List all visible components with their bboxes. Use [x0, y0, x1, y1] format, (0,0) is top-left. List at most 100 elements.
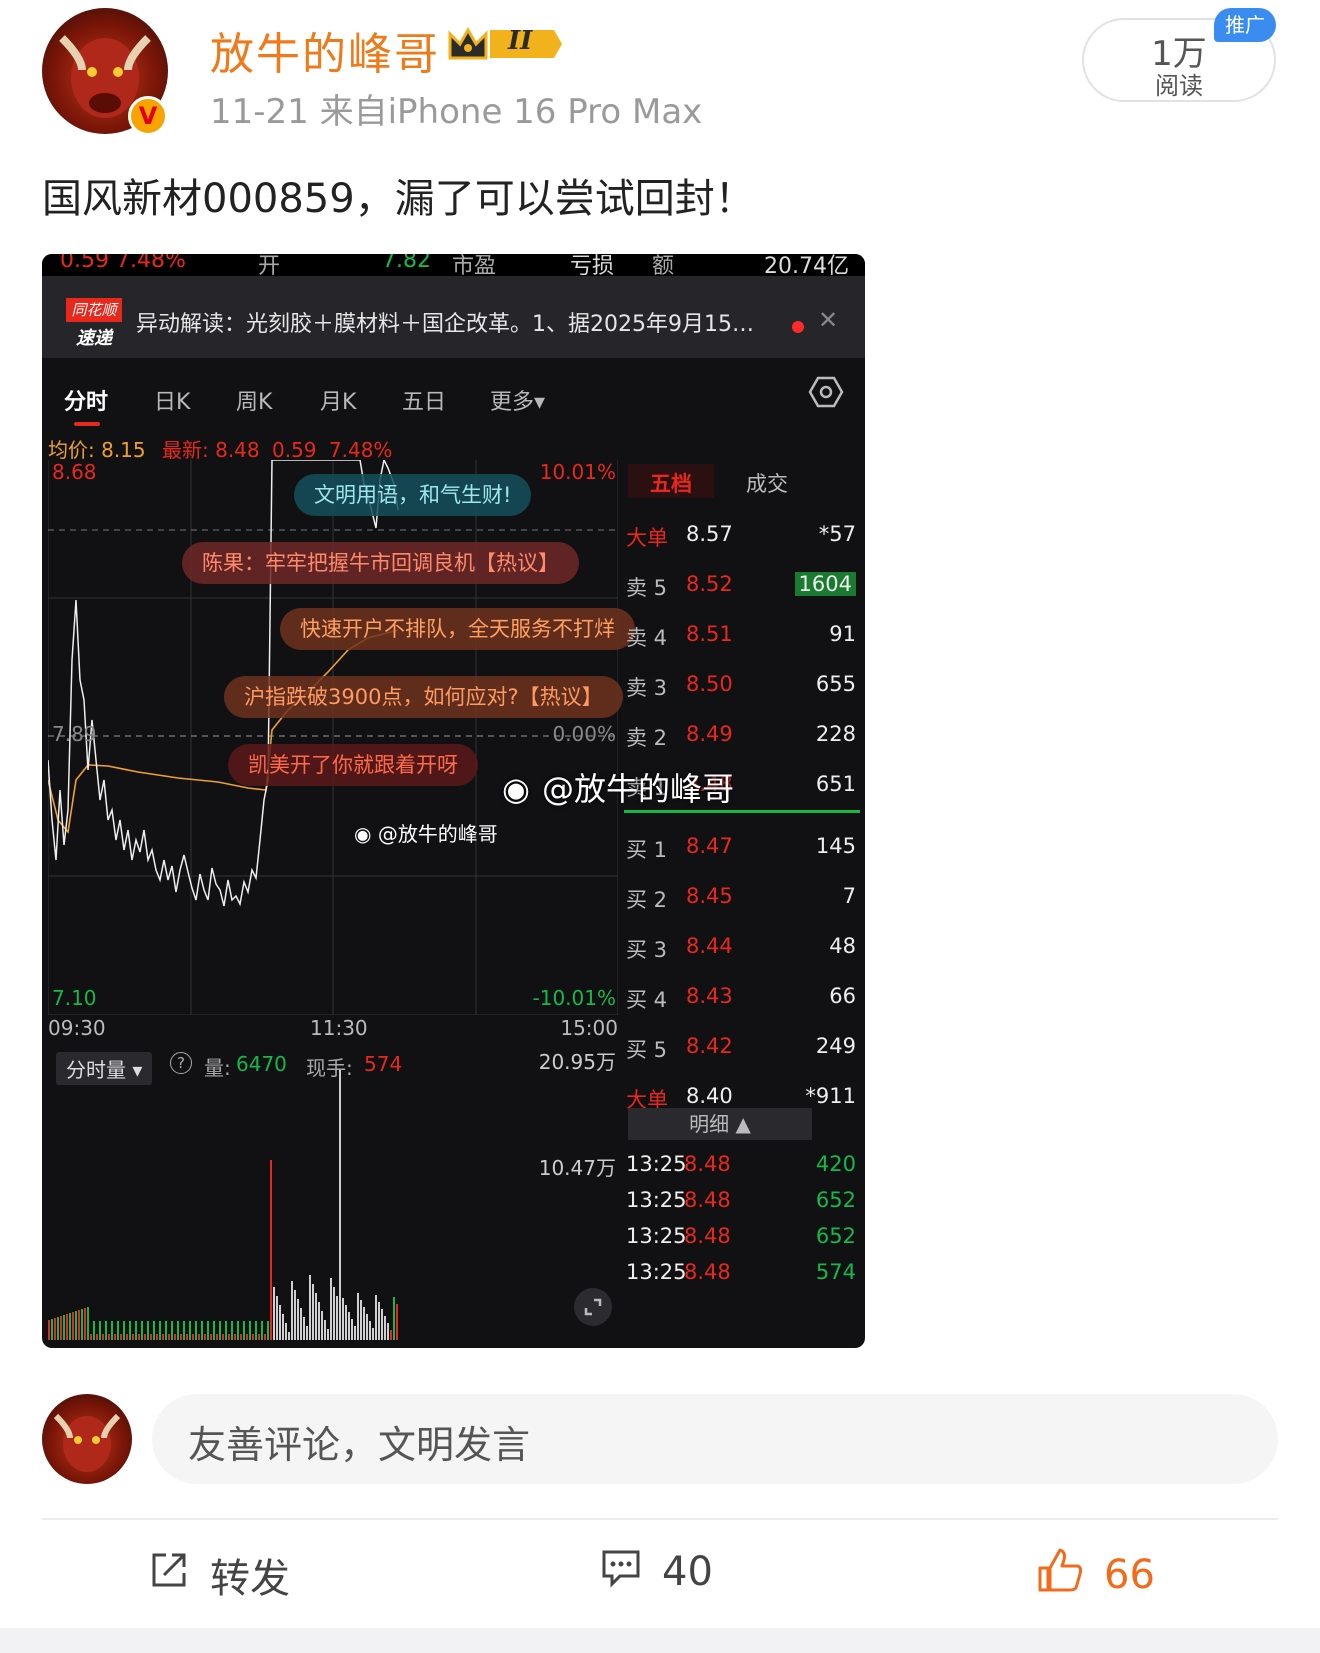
volume-bar	[390, 1330, 392, 1340]
tab-trades[interactable]: 成交	[746, 468, 788, 498]
help-icon[interactable]: ?	[170, 1052, 192, 1074]
chat-bubble[interactable]: 凯美开了你就跟着开呀	[228, 744, 478, 786]
volume-bar	[375, 1295, 377, 1340]
order-book-row: 大单 8.57 *57	[624, 510, 860, 560]
volume-bar	[300, 1308, 302, 1340]
volume-bar	[159, 1321, 161, 1340]
price-change: 0.59	[272, 438, 317, 462]
detail-header[interactable]: 明细 ▲	[628, 1108, 812, 1140]
volume-bar	[345, 1305, 347, 1340]
settings-hexagon-icon[interactable]	[808, 374, 844, 410]
order-price: 8.45	[686, 884, 733, 908]
comment-placeholder: 友善评论，文明发言	[188, 1423, 531, 1467]
price-change-pct: 7.48%	[328, 438, 393, 462]
volume-bar	[186, 1334, 188, 1340]
order-price: 8.49	[686, 722, 733, 746]
volume-bar	[75, 1311, 77, 1340]
volume-bar	[90, 1334, 92, 1340]
volume-bar	[309, 1275, 311, 1340]
volume-bar	[207, 1321, 209, 1340]
order-level-label: 卖 2	[626, 726, 668, 750]
volume-now: 574	[364, 1052, 403, 1076]
latest-price: 最新: 8.48	[162, 438, 260, 462]
volume-bar	[180, 1334, 182, 1340]
order-book-row: 买 1 8.47 145	[624, 822, 860, 872]
volume-axis-max: 20.95万	[538, 1050, 616, 1074]
tab-five-day[interactable]: 五日	[402, 384, 446, 416]
divider	[42, 1518, 1278, 1520]
volume-bar	[330, 1278, 332, 1340]
bottom-safe-area	[0, 1628, 1320, 1653]
volume-bar	[378, 1302, 380, 1340]
volume-bar	[153, 1321, 155, 1340]
chat-bubble[interactable]: 快速开户不排队，全天服务不打烊	[280, 608, 635, 650]
tick-qty: 420	[815, 1152, 856, 1176]
volume-bar	[69, 1313, 71, 1340]
volume-qty: 6470	[236, 1052, 287, 1076]
close-icon[interactable]: ✕	[818, 306, 838, 334]
volume-bar	[276, 1296, 278, 1340]
watermark-small-text: @放牛的峰哥	[377, 822, 498, 846]
comment-input[interactable]: 友善评论，文明发言	[152, 1394, 1278, 1484]
post-image[interactable]: 0.59 7.48% 开 7.82 市盈 亏损 额 20.74亿 同花顺 速递 …	[42, 254, 865, 1348]
thumbs-up-icon	[1036, 1546, 1084, 1604]
post-meta: 11-21 来自iPhone 16 Pro Max	[210, 92, 703, 132]
comment-button[interactable]: 40	[600, 1546, 713, 1598]
order-level-label: 卖 3	[626, 676, 668, 700]
order-qty: *911	[805, 1084, 856, 1108]
price-axis-high: 8.68	[52, 460, 97, 484]
fullscreen-icon[interactable]	[574, 1288, 612, 1326]
tab-weekly-k[interactable]: 周K	[236, 384, 272, 416]
volume-bar	[396, 1304, 398, 1340]
volume-type-select[interactable]: 分时量 ▾	[56, 1052, 153, 1085]
chat-bubble[interactable]: 文明用语，和气生财!	[294, 474, 532, 516]
repost-button[interactable]: 转发	[148, 1546, 290, 1604]
order-price: 8.52	[686, 572, 733, 596]
order-price: 8.42	[686, 1034, 733, 1058]
repost-icon	[148, 1549, 190, 1601]
order-book-panel: 五档 成交 大单 8.57 *57 卖 5 8.52 1604 卖 4 8.51 91 卖 3 8.…	[624, 460, 860, 1340]
volume-bar	[114, 1334, 116, 1340]
my-avatar[interactable]	[42, 1394, 132, 1484]
volume-bar	[87, 1307, 89, 1340]
tab-monthly-k[interactable]: 月K	[320, 384, 356, 416]
volume-bar	[150, 1334, 152, 1340]
volume-bar	[84, 1308, 86, 1340]
order-qty: 655	[815, 672, 856, 696]
volume-bar	[342, 1298, 344, 1340]
order-price: 8.57	[686, 522, 733, 546]
tab-five-levels[interactable]: 五档	[628, 464, 714, 498]
volume-bar	[168, 1334, 170, 1340]
tab-daily-k[interactable]: 日K	[154, 384, 190, 416]
volume-bar	[165, 1321, 167, 1340]
tab-intraday[interactable]: 分时	[64, 384, 108, 416]
avg-price: 均价: 8.15	[48, 438, 146, 462]
volume-bar	[102, 1334, 104, 1340]
order-level-label: 卖 5	[626, 576, 668, 600]
volume-bar	[198, 1334, 200, 1340]
volume-bar	[156, 1334, 158, 1340]
top-open-value: 7.82	[382, 254, 431, 273]
volume-bar	[366, 1314, 368, 1340]
volume-bar	[111, 1321, 113, 1340]
order-qty: 249	[815, 1034, 856, 1058]
order-book-row: 买 2 8.45 7	[624, 872, 860, 922]
chat-bubble[interactable]: 陈果：牢牢把握牛市回调良机【热议】	[182, 542, 579, 584]
time-label-open: 09:30	[48, 1016, 106, 1040]
tick-price: 8.48	[684, 1260, 731, 1284]
like-button[interactable]: 66	[1036, 1546, 1155, 1604]
intraday-chart[interactable]: 8.68 7.89 7.10 10.01% 0.00% -10.01% 文明用语…	[48, 460, 635, 1015]
volume-chart[interactable]: 分时量 ▾ ? 量: 6470 现手: 574 20.95万 10.47万	[48, 1050, 618, 1340]
volume-bar	[210, 1334, 212, 1340]
volume-bar	[54, 1318, 56, 1340]
volume-bar	[120, 1334, 122, 1340]
volume-bar	[141, 1321, 143, 1340]
volume-bar	[147, 1321, 149, 1340]
volume-bar	[393, 1297, 395, 1340]
ths-logo-bottom: 速递	[76, 328, 112, 349]
author-name[interactable]: 放牛的峰哥	[210, 18, 440, 82]
order-book-row: 买 4 8.43 66	[624, 972, 860, 1022]
news-ticker[interactable]: 同花顺 速递 异动解读：光刻胶＋膜材料＋国企改革。1、据2025年9月15… ✕	[42, 276, 865, 358]
tab-more[interactable]: 更多▾	[490, 384, 545, 416]
chat-bubble[interactable]: 沪指跌破3900点，如何应对?【热议】	[224, 676, 623, 718]
